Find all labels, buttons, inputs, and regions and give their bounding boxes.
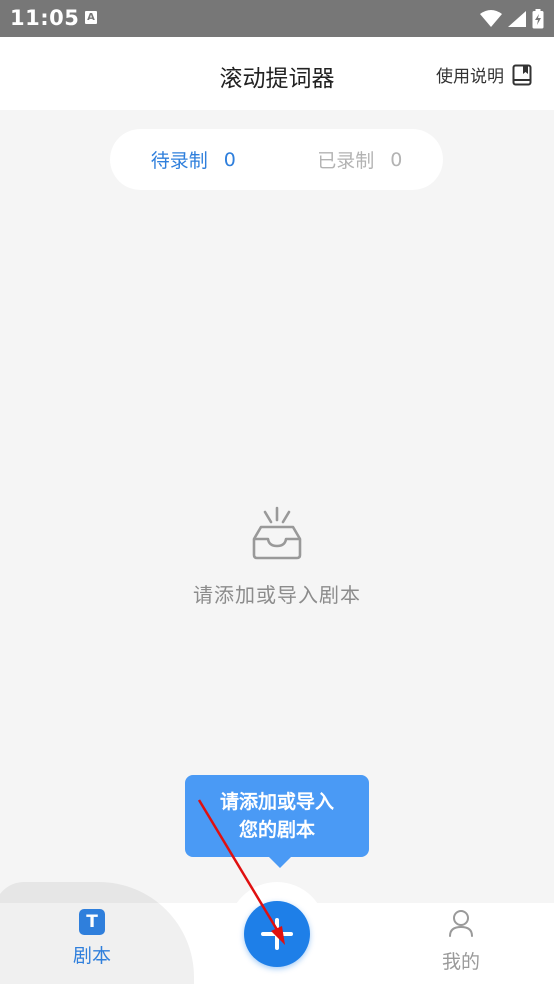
title-bar: 滚动提词器 使用说明 <box>0 37 554 110</box>
tab-pending-count: 0 <box>223 148 236 171</box>
wifi-icon <box>479 9 502 27</box>
nav-item-scripts[interactable]: T 剧本 <box>42 909 142 968</box>
nav-item-mine-label: 我的 <box>441 951 480 973</box>
nav-item-scripts-label: 剧本 <box>72 945 111 967</box>
nav-item-mine[interactable]: 我的 <box>411 909 511 974</box>
add-script-tooltip: 请添加或导入 您的剧本 <box>185 775 369 857</box>
empty-inbox-icon <box>252 506 302 560</box>
help-button[interactable]: 使用说明 <box>436 62 532 87</box>
empty-state-text: 请添加或导入剧本 <box>193 583 361 607</box>
book-icon <box>512 64 532 85</box>
tab-recorded-label: 已录制 <box>317 150 375 172</box>
person-icon <box>449 910 473 937</box>
status-bar: 11:05 A <box>0 0 554 37</box>
tooltip-line-2: 您的剧本 <box>238 819 315 841</box>
help-label: 使用说明 <box>436 67 504 87</box>
add-script-button[interactable] <box>244 901 310 967</box>
script-icon: T <box>79 909 105 935</box>
notification-icon: A <box>85 11 97 24</box>
tooltip-arrow <box>268 856 292 868</box>
tab-recorded-count: 0 <box>390 148 403 171</box>
tab-pending-label: 待录制 <box>150 150 208 172</box>
status-icons <box>479 8 544 29</box>
tab-recorded[interactable]: 已录制 0 <box>277 146 444 173</box>
signal-icon <box>507 10 526 27</box>
recording-tabs: 待录制 0 已录制 0 <box>110 129 443 190</box>
tooltip-line-1: 请添加或导入 <box>219 791 334 813</box>
status-time: 11:05 <box>10 6 80 30</box>
battery-charging-icon <box>532 8 544 28</box>
tab-pending[interactable]: 待录制 0 <box>110 146 277 173</box>
empty-state: 请添加或导入剧本 <box>0 505 554 608</box>
plus-icon <box>261 918 293 950</box>
